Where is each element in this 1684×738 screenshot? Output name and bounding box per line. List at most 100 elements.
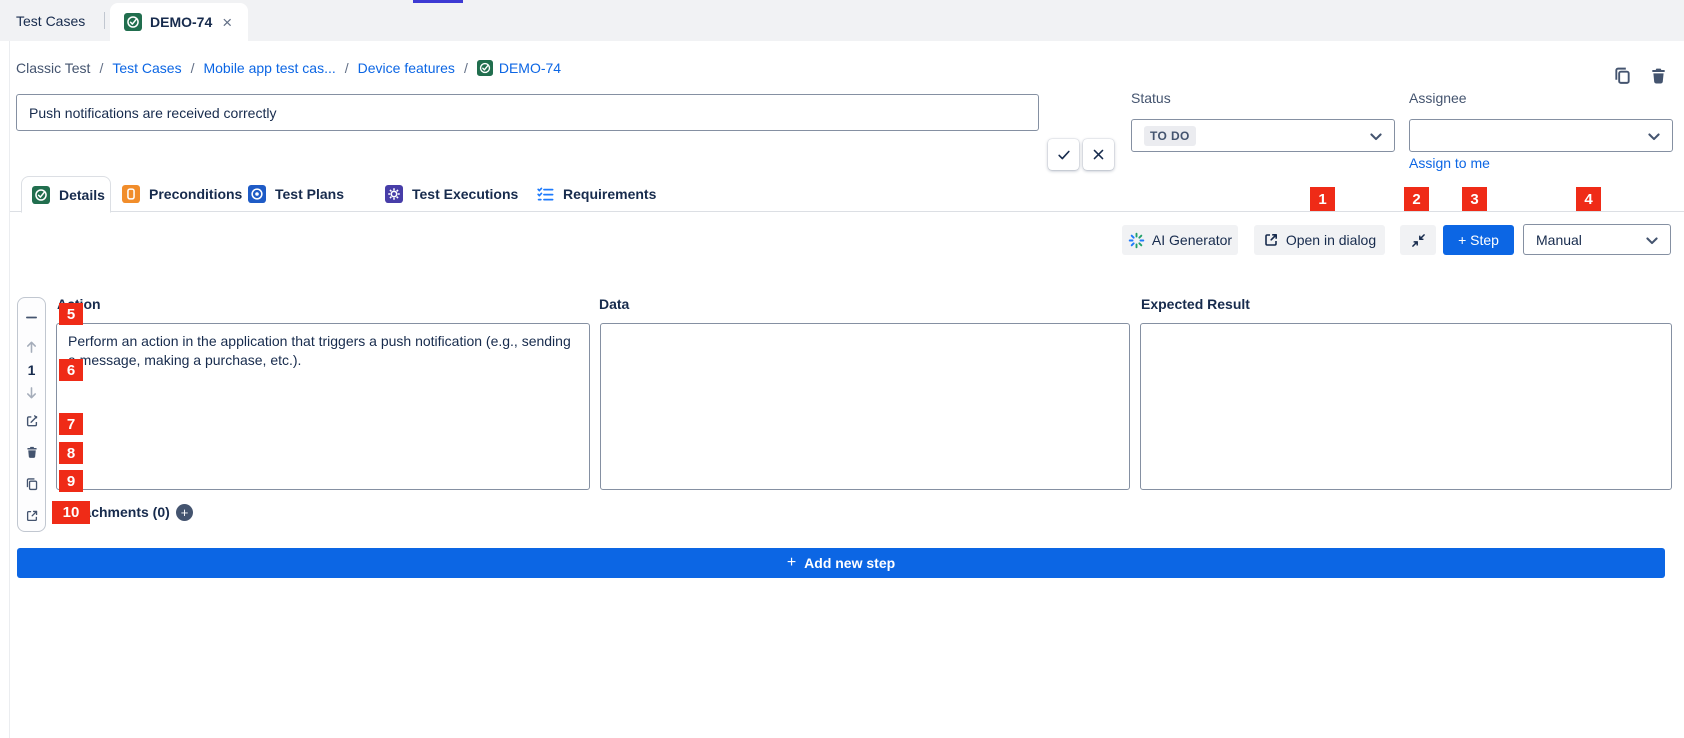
test-plan-icon xyxy=(248,185,266,203)
open-in-dialog-label: Open in dialog xyxy=(1286,232,1376,248)
add-attachment-button[interactable]: + xyxy=(176,504,193,521)
delete-test-button[interactable] xyxy=(1646,63,1670,87)
open-step-button[interactable] xyxy=(18,505,45,527)
arrow-down-icon xyxy=(25,386,38,400)
tab-test-plans-label: Test Plans xyxy=(275,186,344,202)
trash-icon xyxy=(1649,66,1668,85)
breadcrumb-mobile-app-folder[interactable]: Mobile app test cas... xyxy=(203,60,335,76)
column-header-data: Data xyxy=(599,296,629,312)
copy-icon xyxy=(1613,66,1632,85)
step-data-textarea[interactable] xyxy=(600,323,1130,490)
breadcrumb-demo-74-label: DEMO-74 xyxy=(499,60,561,76)
status-label: Status xyxy=(1131,90,1171,106)
breadcrumb: Classic Test / Test Cases / Mobile app t… xyxy=(16,57,561,79)
add-step-button-label: + Step xyxy=(1458,232,1499,248)
tab-preconditions[interactable]: Preconditions xyxy=(122,176,242,212)
breadcrumb-classic-test: Classic Test xyxy=(16,60,90,76)
breadcrumb-separator: / xyxy=(345,60,349,76)
top-progress-bar xyxy=(413,0,463,3)
plus-icon: + xyxy=(181,506,189,519)
trash-icon xyxy=(25,445,39,459)
edit-icon xyxy=(25,414,39,428)
minus-icon xyxy=(25,311,38,324)
tab-test-executions-label: Test Executions xyxy=(412,186,518,202)
annotation-badge-2: 2 xyxy=(1404,187,1429,211)
collapse-steps-button[interactable] xyxy=(1400,225,1436,255)
step-actions-rail: 1 xyxy=(17,297,46,532)
annotation-badge-7: 7 xyxy=(59,413,83,435)
step-type-value: Manual xyxy=(1536,232,1582,248)
tab-test-executions[interactable]: Test Executions xyxy=(385,176,518,212)
close-icon xyxy=(1092,148,1105,161)
confirm-title-button[interactable] xyxy=(1048,139,1079,170)
move-step-up-button[interactable] xyxy=(18,336,45,358)
add-new-step-label: Add new step xyxy=(804,555,895,571)
duplicate-step-button[interactable] xyxy=(18,473,45,495)
annotation-badge-5: 5 xyxy=(59,303,83,325)
copy-icon xyxy=(25,477,39,491)
status-select[interactable]: TO DO xyxy=(1131,119,1395,152)
step-expected-result-textarea[interactable] xyxy=(1140,323,1672,490)
tab-demo-74[interactable]: DEMO-74 × xyxy=(110,3,248,41)
top-tab-strip: Test Cases DEMO-74 × xyxy=(0,0,1684,41)
tab-requirements[interactable]: Requirements xyxy=(537,176,656,212)
step-type-select[interactable]: Manual xyxy=(1523,224,1671,255)
collapse-step-button[interactable] xyxy=(18,306,45,328)
step-number: 1 xyxy=(18,359,45,381)
move-step-down-button[interactable] xyxy=(18,382,45,404)
breadcrumb-separator: / xyxy=(99,60,103,76)
edit-step-button[interactable] xyxy=(18,410,45,432)
tab-details-label: Details xyxy=(59,187,105,203)
tab-details[interactable]: Details xyxy=(21,176,111,213)
step-action-textarea[interactable]: Perform an action in the application tha… xyxy=(56,323,590,490)
external-link-icon xyxy=(25,509,39,523)
tab-test-cases[interactable]: Test Cases xyxy=(0,0,101,41)
left-divider-line xyxy=(9,41,10,738)
test-case-icon xyxy=(124,13,142,31)
chevron-down-icon xyxy=(1648,133,1660,141)
tab-test-cases-label: Test Cases xyxy=(16,13,85,29)
annotation-badge-3: 3 xyxy=(1462,187,1487,211)
test-case-page: Test Cases DEMO-74 × Classic Test / Test… xyxy=(0,0,1684,738)
arrow-up-icon xyxy=(25,340,38,354)
test-execution-icon xyxy=(385,185,403,203)
annotation-badge-6: 6 xyxy=(59,359,83,381)
tab-demo-74-label: DEMO-74 xyxy=(150,14,212,30)
breadcrumb-separator: / xyxy=(191,60,195,76)
cancel-title-button[interactable] xyxy=(1083,139,1114,170)
breadcrumb-test-cases[interactable]: Test Cases xyxy=(112,60,181,76)
add-step-button[interactable]: + Step xyxy=(1443,225,1514,255)
annotation-badge-1: 1 xyxy=(1310,187,1335,211)
tab-requirements-label: Requirements xyxy=(563,186,656,202)
requirements-checklist-icon xyxy=(537,186,554,203)
chevron-down-icon xyxy=(1646,237,1658,245)
check-icon xyxy=(1057,148,1071,162)
tab-preconditions-label: Preconditions xyxy=(149,186,242,202)
status-badge: TO DO xyxy=(1144,126,1196,146)
annotation-badge-10: 10 xyxy=(52,501,90,524)
breadcrumb-device-features[interactable]: Device features xyxy=(358,60,455,76)
ai-sparkle-icon xyxy=(1128,232,1145,249)
delete-step-button[interactable] xyxy=(18,441,45,463)
annotation-badge-8: 8 xyxy=(59,442,83,464)
test-title-input[interactable] xyxy=(16,94,1039,131)
annotation-badge-4: 4 xyxy=(1576,187,1601,211)
tab-test-plans[interactable]: Test Plans xyxy=(248,176,344,212)
chevron-down-icon xyxy=(1370,133,1382,141)
breadcrumb-demo-74[interactable]: DEMO-74 xyxy=(477,60,561,76)
assignee-select[interactable] xyxy=(1409,119,1673,152)
precondition-icon xyxy=(122,185,140,203)
close-tab-icon[interactable]: × xyxy=(220,14,234,31)
column-header-expected-result: Expected Result xyxy=(1141,296,1250,312)
test-case-icon xyxy=(477,60,493,76)
ai-generator-button[interactable]: AI Generator xyxy=(1122,225,1238,255)
tab-divider xyxy=(104,12,105,29)
ai-generator-label: AI Generator xyxy=(1152,232,1232,248)
collapse-arrows-icon xyxy=(1411,233,1426,248)
add-new-step-button[interactable]: + Add new step xyxy=(17,548,1665,578)
assign-to-me-link[interactable]: Assign to me xyxy=(1409,155,1490,171)
copy-test-button[interactable] xyxy=(1610,63,1634,87)
plus-icon: + xyxy=(787,554,796,572)
open-in-dialog-button[interactable]: Open in dialog xyxy=(1254,225,1385,255)
test-case-icon xyxy=(32,186,50,204)
